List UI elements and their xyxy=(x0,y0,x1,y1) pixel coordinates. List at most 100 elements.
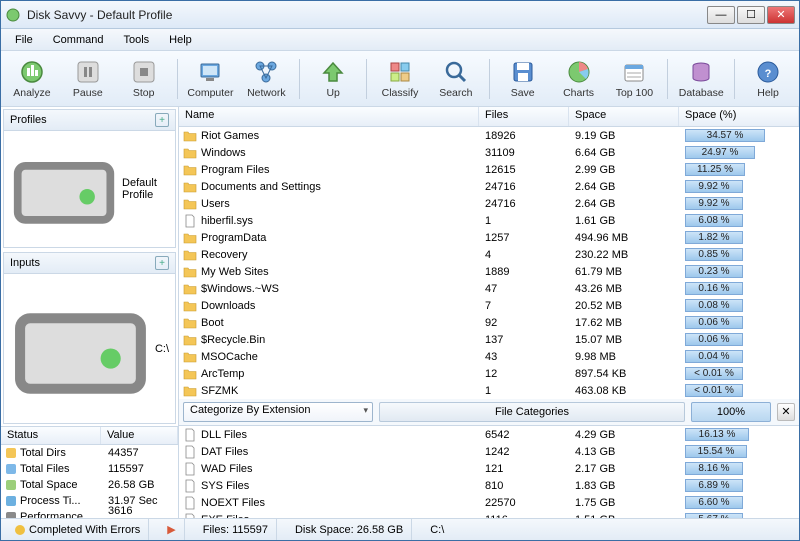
status-icon xyxy=(5,447,17,459)
stop-button[interactable]: Stop xyxy=(117,54,171,104)
categorize-combo[interactable]: Categorize By Extension xyxy=(183,402,373,422)
category-grid[interactable]: DLL Files65424.29 GB16.13 %DAT Files1242… xyxy=(179,426,799,518)
profiles-title: Profiles xyxy=(10,114,47,126)
status-row: Total Space26.58 GB xyxy=(1,477,178,493)
disk-icon xyxy=(10,135,118,243)
file-icon xyxy=(183,462,197,476)
table-row[interactable]: DLL Files65424.29 GB16.13 % xyxy=(179,426,799,443)
main-grid[interactable]: Riot Games189269.19 GB34.57 %Windows3110… xyxy=(179,127,799,399)
file-icon xyxy=(183,496,197,510)
close-button[interactable]: ✕ xyxy=(767,6,795,24)
table-row[interactable]: Documents and Settings247162.64 GB9.92 % xyxy=(179,178,799,195)
file-categories-button[interactable]: File Categories xyxy=(379,402,685,422)
menu-command[interactable]: Command xyxy=(45,32,112,48)
col-name[interactable]: Name xyxy=(179,107,479,126)
col-pct[interactable]: Space (%) xyxy=(679,107,799,126)
status-row: Performance3616 Files/Sec xyxy=(1,509,178,518)
status-col-header[interactable]: Status xyxy=(1,427,101,444)
status-text: Completed With Errors xyxy=(29,524,140,536)
table-row[interactable]: SFZMK1463.08 KB< 0.01 % xyxy=(179,382,799,399)
table-row[interactable]: Riot Games189269.19 GB34.57 % xyxy=(179,127,799,144)
list-item[interactable]: C:\ xyxy=(6,276,173,421)
classify-button[interactable]: Classify xyxy=(373,54,427,104)
folder-icon xyxy=(183,248,197,262)
table-row[interactable]: Boot9217.62 MB0.06 % xyxy=(179,314,799,331)
table-row[interactable]: Users247162.64 GB9.92 % xyxy=(179,195,799,212)
file-icon xyxy=(183,479,197,493)
charts-button[interactable]: Charts xyxy=(552,54,606,104)
network-icon xyxy=(253,59,279,85)
table-row[interactable]: My Web Sites188961.79 MB0.23 % xyxy=(179,263,799,280)
table-row[interactable]: $Windows.~WS4743.26 MB0.16 % xyxy=(179,280,799,297)
inputs-title: Inputs xyxy=(10,257,40,269)
list-item[interactable]: Default Profile xyxy=(6,133,173,245)
folder-icon xyxy=(183,231,197,245)
folder-icon xyxy=(183,333,197,347)
classify-icon xyxy=(387,59,413,85)
menu-tools[interactable]: Tools xyxy=(115,32,157,48)
minimize-button[interactable]: — xyxy=(707,6,735,24)
table-row[interactable]: NOEXT Files225701.75 GB6.60 % xyxy=(179,494,799,511)
network-button[interactable]: Network xyxy=(239,54,293,104)
analyze-button[interactable]: Analyze xyxy=(5,54,59,104)
grid-header: Name Files Space Space (%) xyxy=(179,107,799,127)
table-row[interactable]: DAT Files12424.13 GB15.54 % xyxy=(179,443,799,460)
app-icon xyxy=(5,7,21,23)
status-row: Total Files115597 xyxy=(1,461,178,477)
right-panel: Name Files Space Space (%) Riot Games189… xyxy=(179,107,799,518)
status-row: Total Dirs44357 xyxy=(1,445,178,461)
status-files: Files: 115597 xyxy=(203,524,268,536)
top100-button[interactable]: Top 100 xyxy=(607,54,661,104)
status-grid: Status Value Total Dirs44357Total Files1… xyxy=(1,426,178,518)
folder-icon xyxy=(183,129,197,143)
value-col-header[interactable]: Value xyxy=(101,427,178,444)
table-row[interactable]: $Recycle.Bin13715.07 MB0.06 % xyxy=(179,331,799,348)
file-icon xyxy=(183,445,197,459)
folder-icon xyxy=(183,299,197,313)
add-profile-button[interactable]: + xyxy=(155,113,169,127)
status-icon xyxy=(5,463,17,475)
menubar: FileCommandToolsHelp xyxy=(1,29,799,51)
search-button[interactable]: Search xyxy=(429,54,483,104)
table-row[interactable]: Program Files126152.99 GB11.25 % xyxy=(179,161,799,178)
table-row[interactable]: Windows311096.64 GB24.97 % xyxy=(179,144,799,161)
table-row[interactable]: MSOCache439.98 MB0.04 % xyxy=(179,348,799,365)
save-button[interactable]: Save xyxy=(496,54,550,104)
file-icon xyxy=(183,214,197,228)
maximize-button[interactable]: ☐ xyxy=(737,6,765,24)
help-button[interactable]: ?Help xyxy=(741,54,795,104)
menu-help[interactable]: Help xyxy=(161,32,200,48)
play-icon[interactable]: ▶ xyxy=(167,523,175,536)
menu-file[interactable]: File xyxy=(7,32,41,48)
table-row[interactable]: SYS Files8101.83 GB6.89 % xyxy=(179,477,799,494)
table-row[interactable]: hiberfil.sys11.61 GB6.08 % xyxy=(179,212,799,229)
col-space[interactable]: Space xyxy=(569,107,679,126)
col-files[interactable]: Files xyxy=(479,107,569,126)
close-categories-button[interactable]: ✕ xyxy=(777,403,795,421)
top100-icon xyxy=(621,59,647,85)
table-row[interactable]: Downloads720.52 MB0.08 % xyxy=(179,297,799,314)
pct-button[interactable]: 100% xyxy=(691,402,771,422)
database-button[interactable]: Database xyxy=(674,54,728,104)
svg-text:?: ? xyxy=(765,68,772,80)
folder-icon xyxy=(183,146,197,160)
status-space: Disk Space: 26.58 GB xyxy=(295,524,403,536)
disk-icon xyxy=(10,278,151,419)
folder-icon xyxy=(183,316,197,330)
titlebar: Disk Savvy - Default Profile — ☐ ✕ xyxy=(1,1,799,29)
table-row[interactable]: ProgramData1257494.96 MB1.82 % xyxy=(179,229,799,246)
table-row[interactable]: WAD Files1212.17 GB8.16 % xyxy=(179,460,799,477)
folder-icon xyxy=(183,384,197,398)
computer-button[interactable]: Computer xyxy=(184,54,238,104)
up-button[interactable]: Up xyxy=(306,54,360,104)
add-input-button[interactable]: + xyxy=(155,256,169,270)
table-row[interactable]: Recovery4230.22 MB0.85 % xyxy=(179,246,799,263)
status-icon xyxy=(5,479,17,491)
folder-icon xyxy=(183,367,197,381)
database-icon xyxy=(688,59,714,85)
table-row[interactable]: ArcTemp12897.54 KB< 0.01 % xyxy=(179,365,799,382)
folder-icon xyxy=(183,163,197,177)
pause-button[interactable]: Pause xyxy=(61,54,115,104)
table-row[interactable]: EXE Files11161.51 GB5.67 % xyxy=(179,511,799,518)
charts-icon xyxy=(566,59,592,85)
